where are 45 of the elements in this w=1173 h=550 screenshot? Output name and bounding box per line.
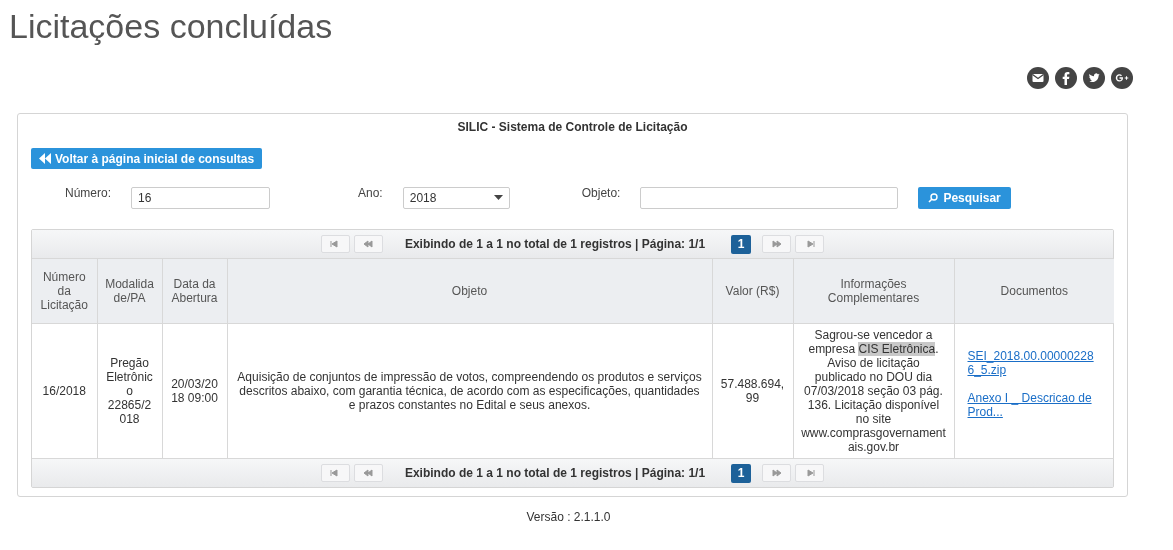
year-dropdown[interactable]: 2018	[402, 186, 510, 209]
last-page-icon[interactable]	[795, 235, 825, 253]
table-cell: Sagrou-se vencedor a empresa CIS Eletrônica. Aviso de licitação publicado no DOU dia 07/03/2018 seção 03 pág. 136. Licitação disponível no site www.comprasgovernamentais.gov.br	[793, 323, 954, 459]
table-cell: Aquisição de conjuntos de impressão de votos, compreendendo os produtos e serviços descritos abaixo, com garantia técnica, de acordo com as especificações, quantidades e prazos constantes no Edital e seus anexos.	[227, 323, 712, 459]
email-icon[interactable]	[1027, 67, 1049, 89]
previous-page-icon[interactable]	[353, 235, 383, 253]
google-plus-icon[interactable]	[1111, 67, 1133, 89]
first-page-icon[interactable]	[320, 464, 350, 482]
previous-page-icon[interactable]	[353, 464, 383, 482]
column-header: Informações Complementares	[793, 258, 954, 324]
version-label: Versão : 2.1.1.0	[526, 510, 611, 524]
document-link[interactable]: Anexo I _ Descricao de Prod...	[967, 391, 1099, 419]
panel-title: SILIC - Sistema de Controle de Licitação	[456, 120, 689, 134]
table-cell: 20/03/2018 09:00	[162, 323, 227, 459]
page-number-button[interactable]: 1	[731, 234, 752, 254]
double-left-arrow-icon	[39, 153, 51, 164]
column-header: Modalidade/PA	[97, 258, 162, 324]
column-header: Documentos	[954, 258, 1114, 324]
search-icon	[928, 192, 939, 203]
table-cell: Pregão Eletrônico 22865/2018	[97, 323, 162, 459]
pagination-summary: Exibindo de 1 a 1 no total de 1 registros | Página: 1/1	[404, 466, 706, 480]
facebook-icon[interactable]	[1055, 67, 1077, 89]
page-title: Licitações concluídas	[9, 6, 334, 46]
back-button[interactable]: Voltar à página inicial de consultas	[31, 148, 263, 169]
next-page-icon[interactable]	[762, 235, 792, 253]
field-label: Objeto:	[581, 186, 621, 200]
column-header: Objeto	[227, 258, 712, 324]
pagination-summary: Exibindo de 1 a 1 no total de 1 registros | Página: 1/1	[404, 237, 706, 251]
search-button[interactable]: Pesquisar	[918, 186, 1011, 209]
input-field[interactable]: 16	[131, 186, 270, 209]
field-label: Número:	[65, 186, 111, 200]
page-number-button[interactable]: 1	[731, 463, 752, 483]
twitter-icon[interactable]	[1083, 67, 1105, 89]
last-page-icon[interactable]	[795, 464, 825, 482]
field-label: Ano:	[358, 186, 383, 200]
next-page-icon[interactable]	[762, 464, 792, 482]
column-header: Número da Licitação	[32, 258, 97, 324]
column-header: Valor (R$)	[712, 258, 793, 324]
input-field[interactable]	[640, 186, 899, 209]
table-cell: 57.488.694,99	[712, 323, 793, 459]
first-page-icon[interactable]	[320, 235, 350, 253]
document-link[interactable]: SEI_2018.00.000002286_5.zip	[967, 349, 1099, 377]
caret-icon	[493, 195, 503, 200]
column-header: Data da Abertura	[162, 258, 227, 324]
table-cell: 16/2018	[32, 323, 97, 459]
